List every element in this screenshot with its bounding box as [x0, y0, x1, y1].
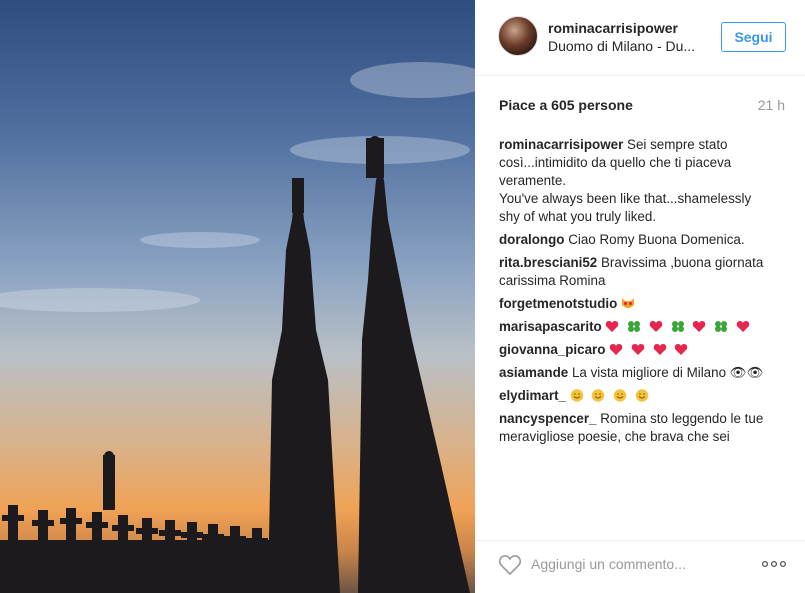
comment-username[interactable]: rominacarrisipower — [499, 137, 623, 152]
caption-line: veramente. — [499, 173, 566, 188]
comment: nancyspencer_ Romina sto leggendo le tue… — [499, 410, 791, 446]
comment-username[interactable]: marisapascarito — [499, 319, 602, 334]
more-options-icon[interactable] — [760, 555, 788, 573]
comment-username[interactable]: giovanna_picaro — [499, 342, 605, 357]
comments-list: rominacarrisipower Sei sempre stato così… — [499, 136, 791, 451]
heart-emoji-icon — [605, 320, 619, 333]
heart-emoji-icon — [631, 343, 645, 356]
likes-count[interactable]: Piace a 605 persone — [499, 97, 633, 113]
caption-line: Sei sempre stato — [627, 137, 728, 152]
comment: rita.bresciani52 Bravissima ,buona giorn… — [499, 254, 791, 290]
duomo-spires-image — [0, 62, 475, 593]
comment-username[interactable]: elydimart_ — [499, 388, 566, 403]
comment: asiamande La vista migliore di Milano 👁👁 — [499, 364, 791, 382]
follow-button[interactable]: Segui — [721, 22, 786, 52]
comment-username[interactable]: rita.bresciani52 — [499, 255, 597, 270]
smile-emoji-icon — [613, 389, 627, 402]
caption-line: shy of what you truly liked. — [499, 209, 657, 224]
heart-emoji-icon — [736, 320, 750, 333]
caption-line: You've always been like that...shameless… — [499, 191, 752, 206]
post-photo[interactable] — [0, 0, 475, 593]
heart-emoji-icon — [649, 320, 663, 333]
location-link[interactable]: Duomo di Milano - Du... — [548, 38, 695, 54]
avatar[interactable] — [498, 16, 538, 56]
heart-emoji-icon — [674, 343, 688, 356]
comment: marisapascarito — [499, 318, 791, 336]
post-header: rominacarrisipower Duomo di Milano - Du.… — [475, 0, 805, 76]
smile-emoji-icon — [570, 389, 584, 402]
smile-emoji-icon — [591, 389, 605, 402]
likes-row: Piace a 605 persone 21 h — [499, 97, 785, 115]
heart-emoji-icon — [692, 320, 706, 333]
comment-text: carissima Romina — [499, 273, 606, 288]
add-comment-bar — [475, 540, 805, 593]
comment-text: La vista migliore di Milano 👁👁 — [571, 365, 764, 380]
comment-username[interactable]: nancyspencer_ — [499, 411, 597, 426]
clover-emoji-icon — [671, 320, 685, 333]
post-time[interactable]: 21 h — [758, 97, 785, 113]
comment-text: Romina sto leggendo le tue — [600, 411, 764, 426]
comment-text: meravigliose poesie, che brava che sei — [499, 429, 730, 444]
clover-emoji-icon — [627, 320, 641, 333]
heart-emoji-icon — [609, 343, 623, 356]
comment: elydimart_ — [499, 387, 791, 405]
comment-username[interactable]: forgetmenotstudio — [499, 296, 617, 311]
caption-line: così...intimidito da quello che ti piace… — [499, 155, 732, 170]
comment-text: Ciao Romy Buona Domenica. — [568, 232, 745, 247]
comment-username[interactable]: asiamande — [499, 365, 568, 380]
comment: forgetmenotstudio — [499, 295, 791, 313]
comment-username[interactable]: doralongo — [499, 232, 564, 247]
heart-eyes-cat-icon — [621, 297, 635, 310]
caption: rominacarrisipower Sei sempre stato così… — [499, 136, 791, 226]
heart-emoji-icon — [653, 343, 667, 356]
author-username[interactable]: rominacarrisipower — [548, 20, 678, 36]
heart-icon[interactable] — [498, 554, 522, 576]
smile-emoji-icon — [635, 389, 649, 402]
comment: giovanna_picaro — [499, 341, 791, 359]
clover-emoji-icon — [714, 320, 728, 333]
post-details-panel: rominacarrisipower Duomo di Milano - Du.… — [475, 0, 805, 593]
comment: doralongo Ciao Romy Buona Domenica. — [499, 231, 791, 249]
comment-text: Bravissima ,buona giornata — [601, 255, 764, 270]
comment-input[interactable] — [531, 553, 751, 575]
